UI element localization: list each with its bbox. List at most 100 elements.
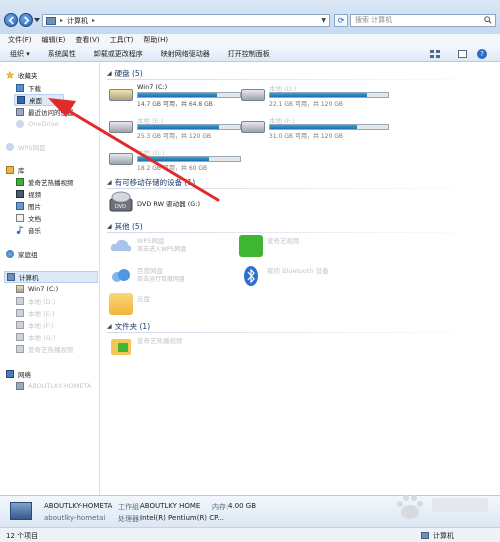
search-input[interactable]: 搜索 计算机 [350,14,496,27]
sidebar-item-drive-c[interactable]: Win7 (C:) [16,283,58,295]
sidebar-item-library[interactable]: 库 [6,164,25,176]
workgroup-label: 工作组: [118,503,142,511]
sidebar-item-host[interactable]: ABOUTLKY-HOMETA [16,380,91,392]
sidebar-item-drive-f[interactable]: 本地 (F:) [16,319,54,331]
cpu-value: Intel(R) Pentium(R) CP... [140,514,224,522]
back-button[interactable] [4,13,18,27]
command-bar: 组织 ▾ 系统属性 卸载或更改程序 映射网络驱动器 打开控制面板 ? [0,46,500,62]
network-icon [6,370,14,378]
view-options-icon[interactable] [430,50,440,58]
sidebar-item-drive-d[interactable]: 本地 (D:) [16,295,55,307]
drive-name: DVD RW 驱动器 (G:) [137,200,201,208]
sidebar-item-download[interactable]: 下载 [16,82,41,94]
desktop-icon [17,96,25,104]
usage-fill [138,93,217,97]
system-properties-button[interactable]: 系统属性 [48,49,76,59]
drive-tile-c[interactable]: Win7 (C:) 14.7 GB 可用，共 64.8 GB [109,83,249,108]
bluetooth-tile[interactable]: 我的 Bluetooth 设备 [239,265,379,289]
workgroup-value: ABOUTLKY HOME [140,502,201,510]
sidebar-item-video-folder[interactable]: 爱奇艺热播视频 [16,343,74,355]
menu-file[interactable]: 文件(F) [8,35,32,45]
sidebar-item-pictures[interactable]: 图片 [16,200,41,212]
sidebar-item-computer[interactable]: 计算机 [4,271,98,283]
organize-button[interactable]: 组织 ▾ [10,49,30,59]
explorer-window: ▸ 计算机 ▸ ▼ ⟳ 搜索 计算机 文件(F) 编辑(E) 查看(V) 工具(… [0,0,500,542]
pc-name: ABOUTLKY-HOMETA [44,502,113,510]
sidebar-item-recent[interactable]: 最近访问的位置 [16,106,74,118]
breadcrumb-computer[interactable]: 计算机 [67,16,88,26]
drive-free-space: 31.0 GB 可用，共 120 GB [269,133,343,140]
collapse-icon: ◢ [107,322,112,330]
computer-icon [7,273,15,281]
baidu-pan-tile[interactable]: 百度网盘 双击运行百度网盘 [109,265,229,289]
sidebar-item-video[interactable]: 视频 [16,188,41,200]
title-bar: ▸ 计算机 ▸ ▼ ⟳ 搜索 计算机 [0,0,500,34]
folder-tile[interactable]: 爱奇艺热播视频 [109,335,249,359]
map-network-drive-button[interactable]: 映射网络驱动器 [161,49,210,59]
computer-icon [10,502,32,520]
group-header-other[interactable]: ◢ 其他 (5) [107,221,495,233]
drive-tile-g[interactable]: 本地 (G:) 18.2 GB 可用，共 60 GB [109,147,249,172]
sidebar-item-label: WPS网盘 [18,144,46,152]
refresh-button[interactable]: ⟳ [334,14,348,27]
menu-edit[interactable]: 编辑(E) [42,35,66,45]
sidebar-item-desktop[interactable]: 桌面 [14,94,64,106]
memory-value: 4.00 GB [228,502,257,510]
drive-icon [241,89,265,101]
history-dropdown-icon[interactable] [34,17,40,23]
uninstall-program-button[interactable]: 卸载或更改程序 [94,49,143,59]
drive-icon [16,309,24,317]
sidebar-item-favorites[interactable]: 收藏夹 [6,69,38,81]
library-icon [6,166,14,174]
search-icon [484,16,492,24]
menu-view[interactable]: 查看(V) [75,35,99,45]
sidebar-item-onedrive[interactable]: OneDrive [16,118,59,130]
drive-free-space: 14.7 GB 可用，共 64.8 GB [137,101,213,108]
group-divider [107,79,495,80]
group-title: 硬盘 (5) [114,68,143,78]
music-note-icon [16,226,24,234]
sidebar-item-homegroup[interactable]: 家庭组 [6,248,38,260]
menu-help[interactable]: 帮助(H) [143,35,168,45]
drive-tile-e[interactable]: 本地 (E:) 25.3 GB 可用，共 120 GB [109,115,249,140]
preview-pane-icon[interactable] [458,50,467,58]
item-name: 爱奇艺热播视频 [137,337,183,345]
menu-tools[interactable]: 工具(T) [110,35,134,45]
sidebar-item-wps[interactable]: WPS网盘 [6,141,45,153]
sidebar-item-drive-e[interactable]: 本地 (E:) [16,307,54,319]
usage-bar [137,124,241,130]
drive-tile-f[interactable]: 本地 (F:) 31.0 GB 可用，共 120 GB [241,115,401,140]
open-control-panel-button[interactable]: 打开控制面板 [228,49,270,59]
forward-button[interactable] [19,13,33,27]
wps-tile[interactable]: WPS网盘 双击进入WPS网盘 [109,235,229,259]
sidebar-item-music[interactable]: 音乐 [16,224,41,236]
sidebar-item-label: 桌面 [29,97,42,105]
sidebar-item-docs[interactable]: 文档 [16,212,41,224]
download-folder-icon [16,84,24,92]
sidebar-item-drive-g[interactable]: 本地 (G:) [16,331,55,343]
cloud-disk-tile[interactable]: 云盘 [109,293,229,317]
address-dropdown-icon[interactable]: ▼ [321,17,326,24]
address-bar[interactable]: ▸ 计算机 ▸ ▼ [42,14,330,27]
dvd-drive-tile[interactable]: DVD DVD RW 驱动器 (G:) [109,191,259,215]
sidebar-item-video-app[interactable]: 爱奇艺热播视频 [16,176,74,188]
sidebar-item-label: 库 [18,167,25,175]
wps-cloud-icon [110,239,132,252]
wps-cloud-icon [6,143,14,151]
sidebar-item-label: ABOUTLKY-HOMETA [28,382,92,390]
iqiyi-tile[interactable]: 爱奇艺视频 [239,235,359,259]
usage-bar [137,92,241,98]
content-pane: ◢ 硬盘 (5) Win7 (C:) 14.7 GB 可用，共 64.8 GB … [101,63,500,495]
drive-tile-d[interactable]: 本地 (D:) 22.1 GB 可用，共 120 GB [241,83,401,108]
sidebar-item-network[interactable]: 网络 [6,368,31,380]
collapse-icon: ◢ [107,69,112,77]
breadcrumb-separator-icon[interactable]: ▸ [92,17,95,24]
group-header-hdd[interactable]: ◢ 硬盘 (5) [107,68,495,80]
help-icon[interactable]: ? [477,49,487,59]
drive-icon [109,153,133,165]
item-description: 双击运行百度网盘 [137,276,186,283]
group-header-folders[interactable]: ◢ 文件夹 (1) [107,321,495,333]
collapse-icon: ◢ [107,222,112,230]
cloud-icon [16,120,24,128]
group-header-removable[interactable]: ◢ 有可移动存储的设备 (1) [107,177,495,189]
